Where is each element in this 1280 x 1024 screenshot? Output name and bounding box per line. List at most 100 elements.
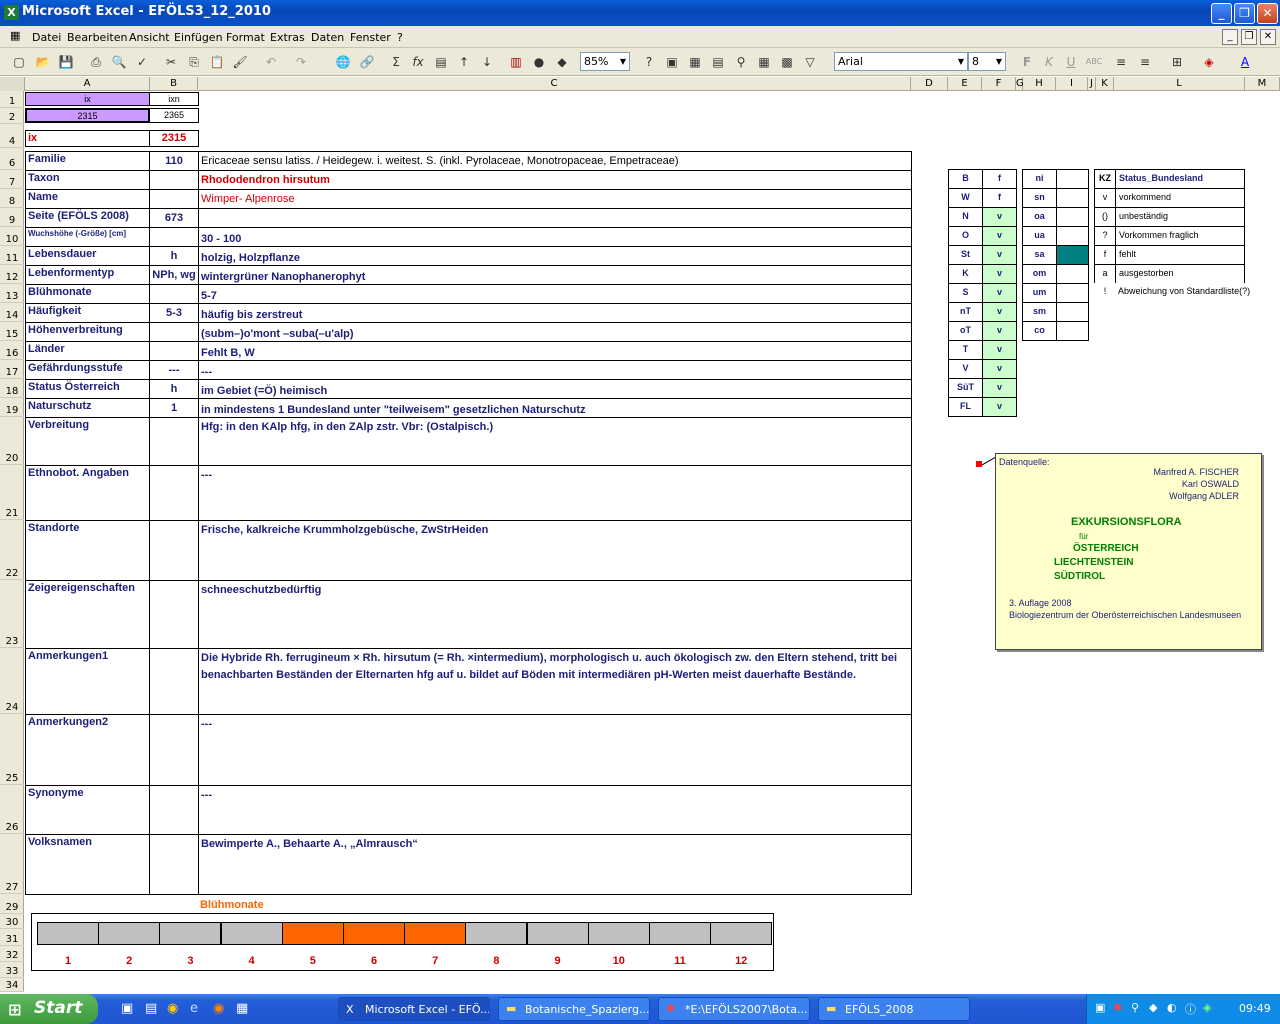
field-label[interactable]: Seite (EFÖLS 2008) xyxy=(25,208,150,228)
cell-a1[interactable]: ix xyxy=(25,92,150,106)
state-value[interactable]: v xyxy=(982,397,1017,417)
col-j[interactable]: J xyxy=(1088,77,1096,91)
field-label[interactable]: Wuchshöhe (-Größe) [cm] xyxy=(25,227,150,247)
field-code[interactable] xyxy=(149,189,199,209)
italic-icon[interactable]: K xyxy=(1040,53,1058,71)
align-center-icon[interactable]: ≡ xyxy=(1136,53,1154,71)
field-code[interactable]: h xyxy=(149,379,199,399)
col-a[interactable]: A xyxy=(25,77,150,91)
zone-value[interactable] xyxy=(1056,188,1089,208)
menu-einfuegen[interactable]: Einfügen xyxy=(174,31,223,44)
zone-value[interactable] xyxy=(1056,226,1089,246)
state-value[interactable]: f xyxy=(982,188,1017,208)
new-icon[interactable]: ▢ xyxy=(10,53,28,71)
task-excel[interactable]: X Microsoft Excel - EFÖ... xyxy=(338,997,490,1021)
sort-desc-icon[interactable]: ↓ xyxy=(478,53,496,71)
field-label[interactable]: Standorte xyxy=(25,520,150,581)
select-all-corner[interactable] xyxy=(0,77,25,91)
align-left-icon[interactable]: ≡ xyxy=(1112,53,1130,71)
field-value[interactable]: --- xyxy=(198,714,912,786)
menu-ansicht[interactable]: Ansicht xyxy=(129,31,170,44)
format-painter-icon[interactable]: 🖌 xyxy=(231,53,249,71)
field-value[interactable]: 30 - 100 xyxy=(198,227,912,247)
field-code[interactable] xyxy=(149,284,199,304)
field-code[interactable] xyxy=(149,580,199,649)
field-code[interactable] xyxy=(149,465,199,521)
print-preview-icon[interactable]: 🔍 xyxy=(110,53,128,71)
field-label[interactable]: Blühmonate xyxy=(25,284,150,304)
task-efoels[interactable]: ▬ EFÖLS_2008 xyxy=(818,997,970,1021)
field-label[interactable]: Höhenverbreitung xyxy=(25,322,150,342)
function-icon[interactable]: fx xyxy=(409,53,427,71)
state-value[interactable]: v xyxy=(982,245,1017,265)
field-value[interactable]: Wimper- Alpenrose xyxy=(198,189,912,209)
field-label[interactable]: Zeigereigenschaften xyxy=(25,580,150,649)
field-label[interactable]: Name xyxy=(25,189,150,209)
grid-icon[interactable]: ▦ xyxy=(686,53,704,71)
col-f[interactable]: F xyxy=(982,77,1016,91)
search-icon[interactable]: ⚲ xyxy=(1131,1001,1139,1014)
field-value[interactable]: Ericaceae sensu latiss. / Heidegew. i. w… xyxy=(198,151,912,171)
row-header-33[interactable]: 33 xyxy=(0,962,24,978)
quicklaunch-media-icon[interactable]: ◉ xyxy=(167,1001,178,1016)
zone-value[interactable] xyxy=(1056,302,1089,322)
field-label[interactable]: Status Österreich xyxy=(25,379,150,399)
drawing-icon[interactable]: ◆ xyxy=(553,53,571,71)
hyperlink-icon[interactable]: 🌐 xyxy=(334,53,352,71)
borders-icon[interactable]: ⊞ xyxy=(1168,53,1186,71)
col-k[interactable]: K xyxy=(1096,77,1114,91)
row-header-14[interactable]: 14 xyxy=(0,303,24,322)
zone-value[interactable] xyxy=(1056,321,1089,341)
size-select[interactable]: 8 ▼ xyxy=(968,52,1006,71)
field-value[interactable]: Frische, kalkreiche Krummholzgebüsche, Z… xyxy=(198,520,912,581)
doc-minimize-button[interactable]: _ xyxy=(1222,29,1238,45)
state-value[interactable]: v xyxy=(982,340,1017,360)
security-icon[interactable]: ✱ xyxy=(1113,1001,1122,1014)
field-label[interactable]: Naturschutz xyxy=(25,398,150,418)
row-header-10[interactable]: 10 xyxy=(0,227,24,246)
cut-icon[interactable]: ✂ xyxy=(162,53,180,71)
row-header-26[interactable]: 26 xyxy=(0,785,24,834)
cell-b4[interactable]: 2315 xyxy=(149,130,199,147)
bold-icon[interactable]: F xyxy=(1018,53,1036,71)
row-header-8[interactable]: 8 xyxy=(0,189,24,208)
calc-icon[interactable]: ▤ xyxy=(709,53,727,71)
row-header-13[interactable]: 13 xyxy=(0,284,24,303)
fill-color-icon[interactable]: ◈ xyxy=(1200,53,1218,71)
row-header-11[interactable]: 11 xyxy=(0,246,24,265)
source-comment-note[interactable]: Datenquelle: Manfred A. FISCHER Karl OSW… xyxy=(995,453,1262,650)
row-header-17[interactable]: 17 xyxy=(0,360,24,379)
calculator-icon[interactable]: ▩ xyxy=(778,53,796,71)
field-code[interactable] xyxy=(149,322,199,342)
menu-extras[interactable]: Extras xyxy=(270,31,305,44)
col-b[interactable]: B xyxy=(150,77,198,91)
document-icon[interactable]: ▦ xyxy=(10,29,20,42)
undo-icon[interactable]: ↶ xyxy=(262,53,280,71)
row-header-7[interactable]: 7 xyxy=(0,170,24,189)
row-header-15[interactable]: 15 xyxy=(0,322,24,341)
state-value[interactable]: v xyxy=(982,226,1017,246)
field-value[interactable]: im Gebiet (=Ö) heimisch xyxy=(198,379,912,399)
field-label[interactable]: Volksnamen xyxy=(25,834,150,895)
row-header-6[interactable]: 6 xyxy=(0,151,24,170)
quicklaunch-ie-icon[interactable]: e xyxy=(190,1001,198,1016)
state-value[interactable]: v xyxy=(982,207,1017,227)
field-label[interactable]: Länder xyxy=(25,341,150,361)
table-icon[interactable]: ▦ xyxy=(755,53,773,71)
field-label[interactable]: Anmerkungen2 xyxy=(25,714,150,786)
cell-a2-selected[interactable]: 2315 xyxy=(25,108,150,123)
field-label[interactable]: Gefährdungsstufe xyxy=(25,360,150,380)
row-header-2[interactable]: 2 xyxy=(0,108,24,124)
save-icon[interactable]: 💾 xyxy=(57,53,75,71)
redo-icon[interactable]: ↷ xyxy=(292,53,310,71)
field-code[interactable]: NPh, wg xyxy=(149,265,199,285)
field-code[interactable] xyxy=(149,834,199,895)
row-header-22[interactable]: 22 xyxy=(0,520,24,580)
doc-restore-button[interactable]: ❐ xyxy=(1241,29,1257,45)
state-value[interactable]: v xyxy=(982,378,1017,398)
field-value[interactable]: Die Hybride Rh. ferrugineum × Rh. hirsut… xyxy=(198,648,912,715)
cell-b1[interactable]: ixn xyxy=(149,92,199,106)
zone-value[interactable] xyxy=(1056,169,1089,189)
field-code[interactable]: --- xyxy=(149,360,199,380)
quicklaunch-firefox-icon[interactable]: ◉ xyxy=(213,1001,224,1016)
